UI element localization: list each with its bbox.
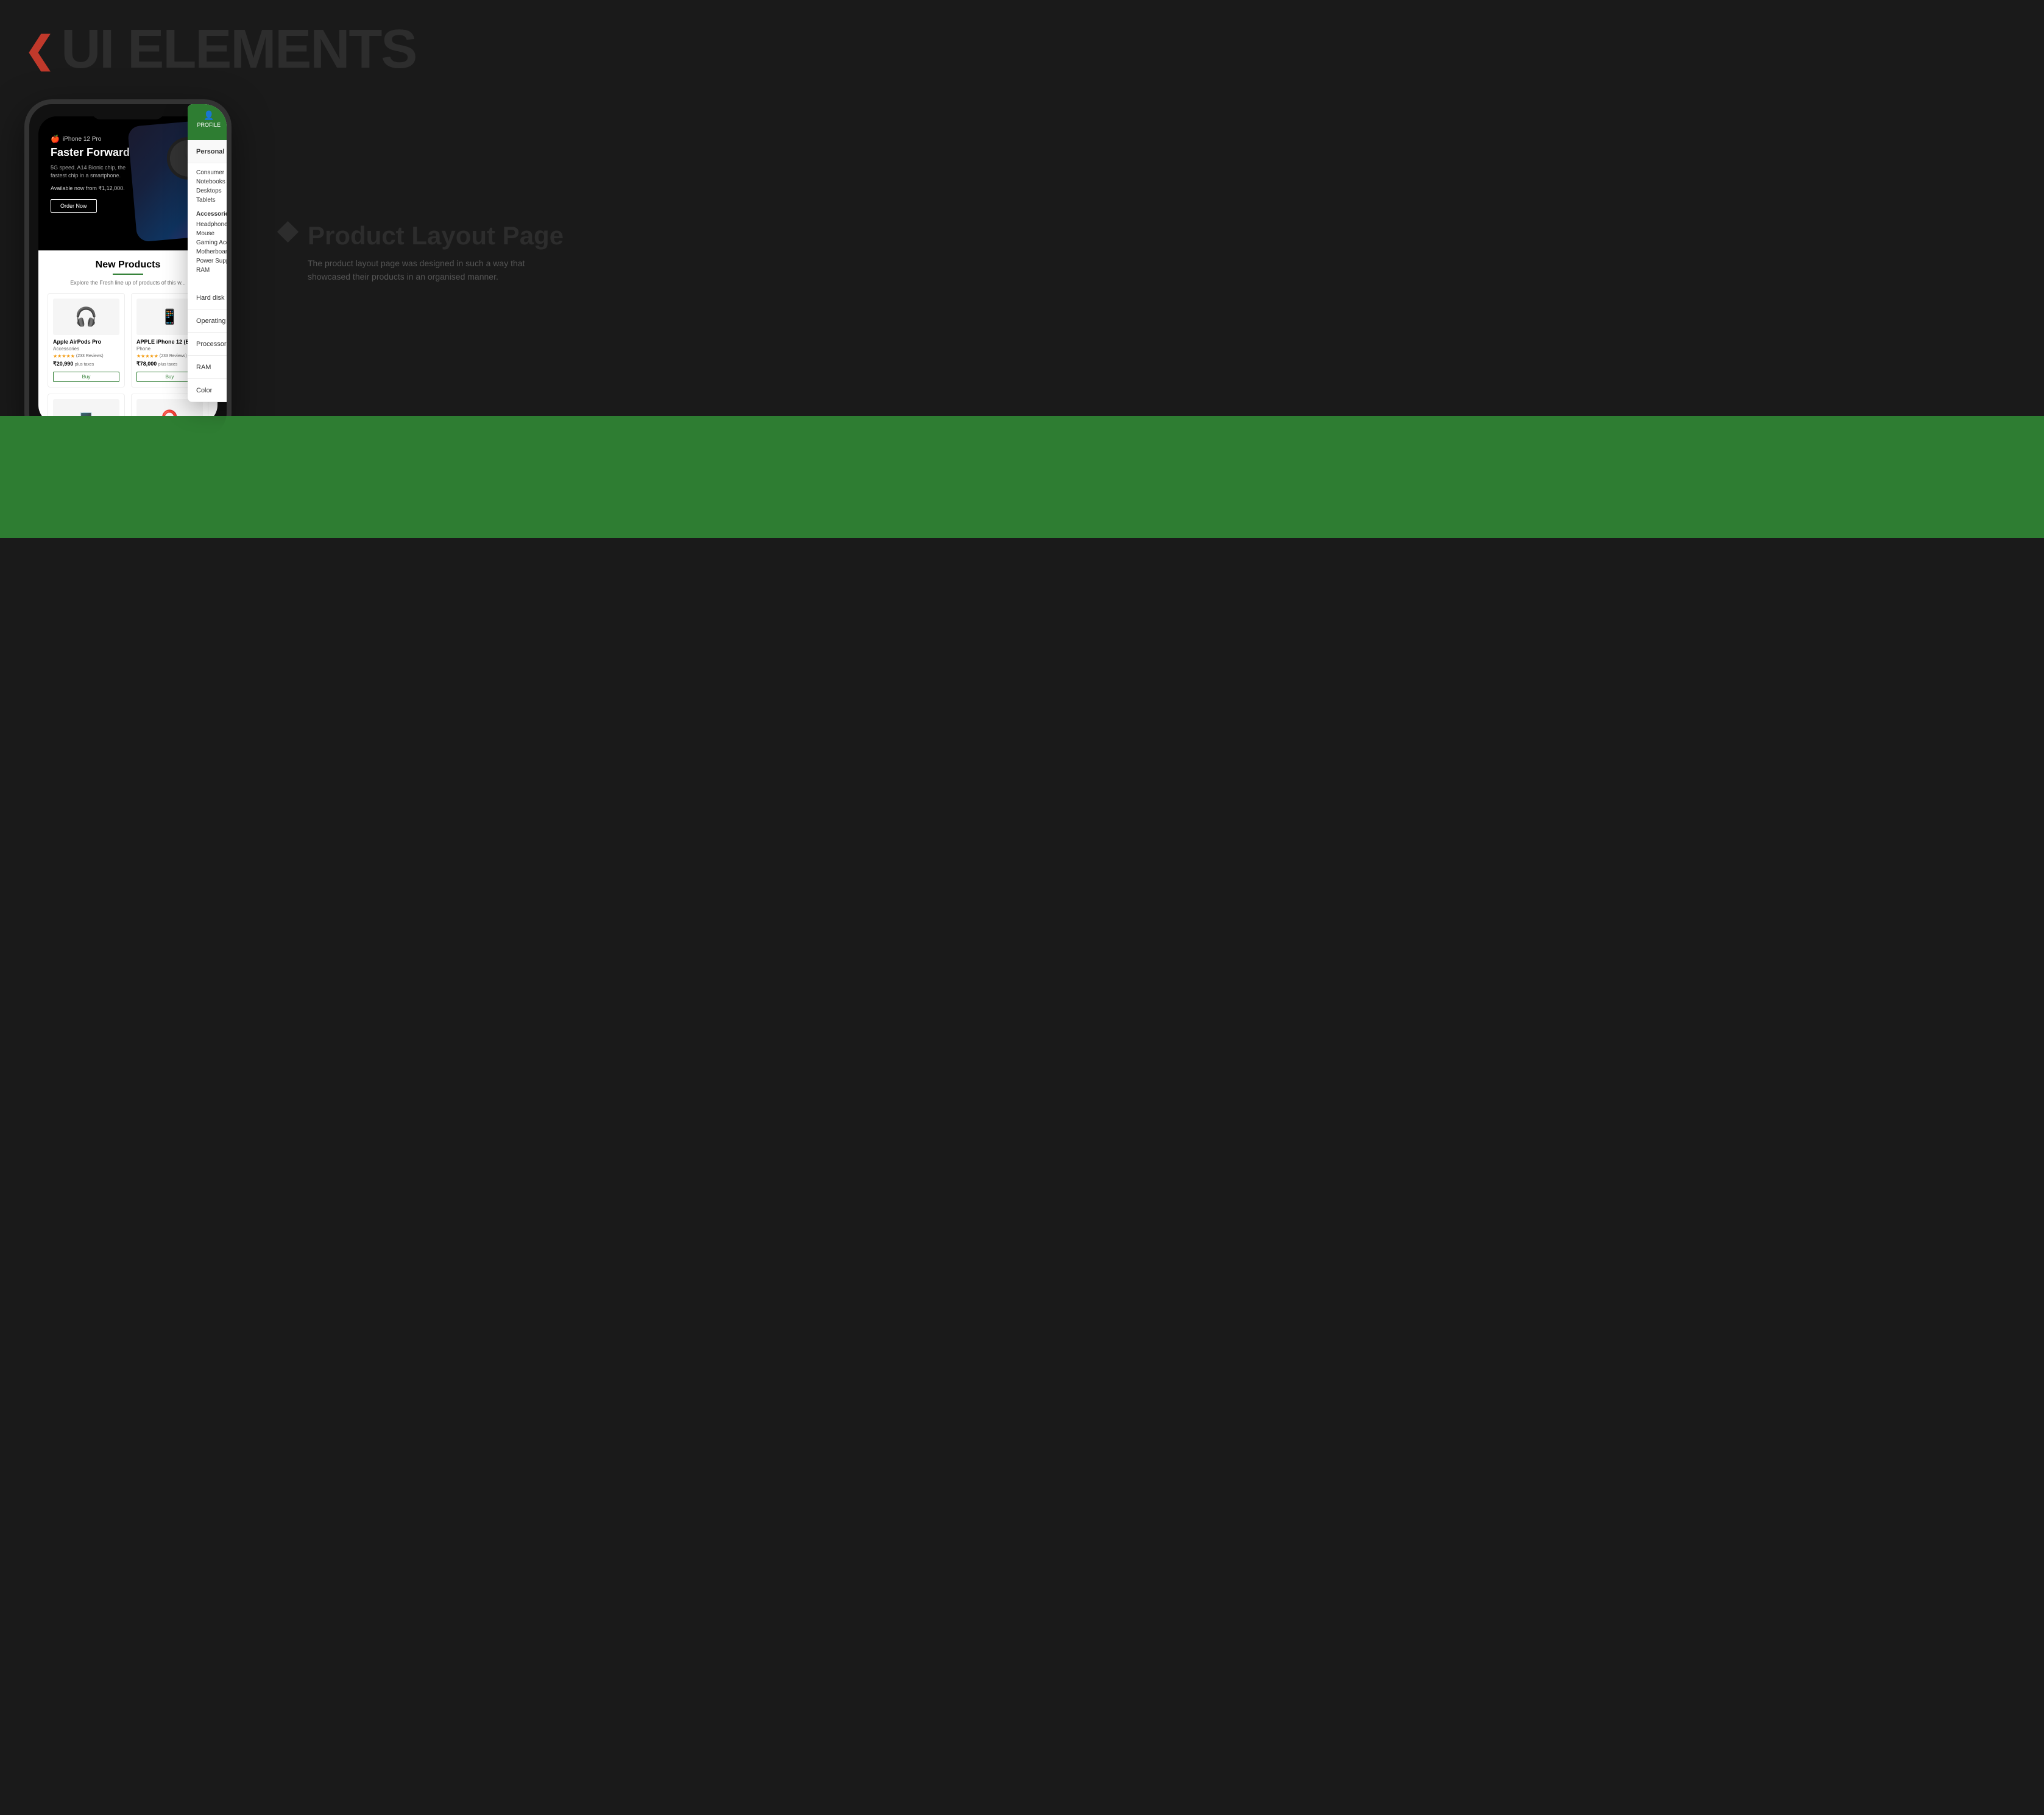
product-card-airpods: 🎧 Apple AirPods Pro Accessories ★★★★★ (2… xyxy=(48,293,125,387)
profile-tab[interactable]: 👤 PROFILE xyxy=(188,104,230,140)
consumer-column: Consumer Notebooks Desktops Tablets xyxy=(196,168,232,205)
order-now-button[interactable]: Order Now xyxy=(51,199,97,213)
apple-logo-icon: 🍎 xyxy=(51,135,60,143)
green-section xyxy=(0,416,2044,538)
motherboard-item[interactable]: Motherboard xyxy=(196,247,232,257)
profile-tab-icon: 👤 xyxy=(191,110,227,121)
ram-filter-label: RAM xyxy=(196,364,211,371)
shopping-list-tab[interactable]: ☰ SHOPPING LIST xyxy=(230,104,232,140)
product-price-0: ₹20,990 plus taxes xyxy=(53,361,119,367)
power-supply-item[interactable]: Power Supply xyxy=(196,257,232,266)
right-content: Product Layout Page The product layout p… xyxy=(256,99,2020,284)
product-layout-title: Product Layout Page xyxy=(308,221,2020,250)
products-subtitle: Explore the Fresh line up of products of… xyxy=(48,280,208,286)
accessories-list: Headphones Mouse Gaming Accessories Moth… xyxy=(196,220,232,275)
hard-disk-filter: Hard disk xyxy=(188,286,232,310)
ram-filter[interactable]: RAM ∨ xyxy=(188,356,232,379)
page-title: UI Elements xyxy=(61,18,416,81)
headphones-item[interactable]: Headphones xyxy=(196,220,232,229)
panel-header: 👤 PROFILE ☰ SHOPPING LIST 🛒 MY CART ✕ xyxy=(188,104,232,140)
consumer-notebooks-item[interactable]: Notebooks xyxy=(196,177,232,186)
color-filter[interactable]: Color ∨ xyxy=(188,379,232,402)
product-image-airpods: 🎧 xyxy=(53,299,119,335)
panel-tabs: 👤 PROFILE ☰ SHOPPING LIST 🛒 MY CART xyxy=(188,104,232,140)
stars-icon-1: ★★★★★ xyxy=(136,353,158,359)
stars-icon-0: ★★★★★ xyxy=(53,353,75,359)
hard-disk-label: Hard disk xyxy=(196,294,224,302)
os-filter[interactable]: Operating System ∨ xyxy=(188,310,232,333)
buy-button-0[interactable]: Buy xyxy=(53,372,119,382)
product-layout-section: Product Layout Page The product layout p… xyxy=(280,221,2020,284)
consumer-item[interactable]: Consumer xyxy=(196,168,232,177)
consumer-tablets-item[interactable]: Tablets xyxy=(196,196,232,205)
ram-menu-item[interactable]: RAM xyxy=(196,266,232,275)
color-filter-label: Color xyxy=(196,387,212,394)
mouse-item[interactable]: Mouse xyxy=(196,229,232,238)
price-extra-1: plus taxes xyxy=(158,363,178,367)
product-layout-description: The product layout page was designed in … xyxy=(308,257,551,284)
phone-description: 5G speed. A14 Bionic chip, the fastest c… xyxy=(51,164,136,179)
review-count-1: (233 Reviews) xyxy=(160,354,187,358)
accessories-section-title: Accessories xyxy=(196,211,232,218)
products-title: New Products xyxy=(48,260,208,271)
processor-filter[interactable]: Processor ∨ xyxy=(188,333,232,356)
diamond-icon xyxy=(277,221,299,242)
product-layout-text: Product Layout Page The product layout p… xyxy=(308,221,2020,284)
panel-content: Personal Computing ∧ Consumer Notebooks … xyxy=(188,140,232,402)
back-icon: ❮ xyxy=(24,32,55,68)
gaming-accessories-item[interactable]: Gaming Accessories xyxy=(196,238,232,247)
page-header: ❮ UI Elements xyxy=(0,0,2044,87)
price-extra-0: plus taxes xyxy=(75,363,94,367)
main-content: 🍎 iPhone 12 Pro Faster Forward. 5G speed… xyxy=(0,87,2044,453)
iphone-product-icon: 📱 xyxy=(161,308,179,326)
consumer-desktops-item[interactable]: Desktops xyxy=(196,186,232,196)
category-title: Personal Computing xyxy=(196,148,232,155)
processor-filter-label: Processor xyxy=(196,341,227,348)
product-category-0: Accessories xyxy=(53,346,119,352)
airpods-icon: 🎧 xyxy=(75,306,97,328)
products-grid: 🎧 Apple AirPods Pro Accessories ★★★★★ (2… xyxy=(48,293,208,423)
consumer-commercial-cols: Consumer Notebooks Desktops Tablets Comm… xyxy=(196,168,232,205)
panel-menu: Consumer Notebooks Desktops Tablets Comm… xyxy=(188,163,232,286)
review-count-0: (233 Reviews) xyxy=(76,354,104,358)
personal-computing-category[interactable]: Personal Computing ∧ xyxy=(188,140,232,163)
phone-mockup: 🍎 iPhone 12 Pro Faster Forward. 5G speed… xyxy=(24,99,232,440)
product-rating-0: ★★★★★ (233 Reviews) xyxy=(53,353,119,359)
os-filter-label: Operating System xyxy=(196,317,232,325)
product-name-0: Apple AirPods Pro xyxy=(53,339,119,345)
shopping-panel: 👤 PROFILE ☰ SHOPPING LIST 🛒 MY CART ✕ xyxy=(188,104,232,402)
title-underline xyxy=(113,274,143,275)
